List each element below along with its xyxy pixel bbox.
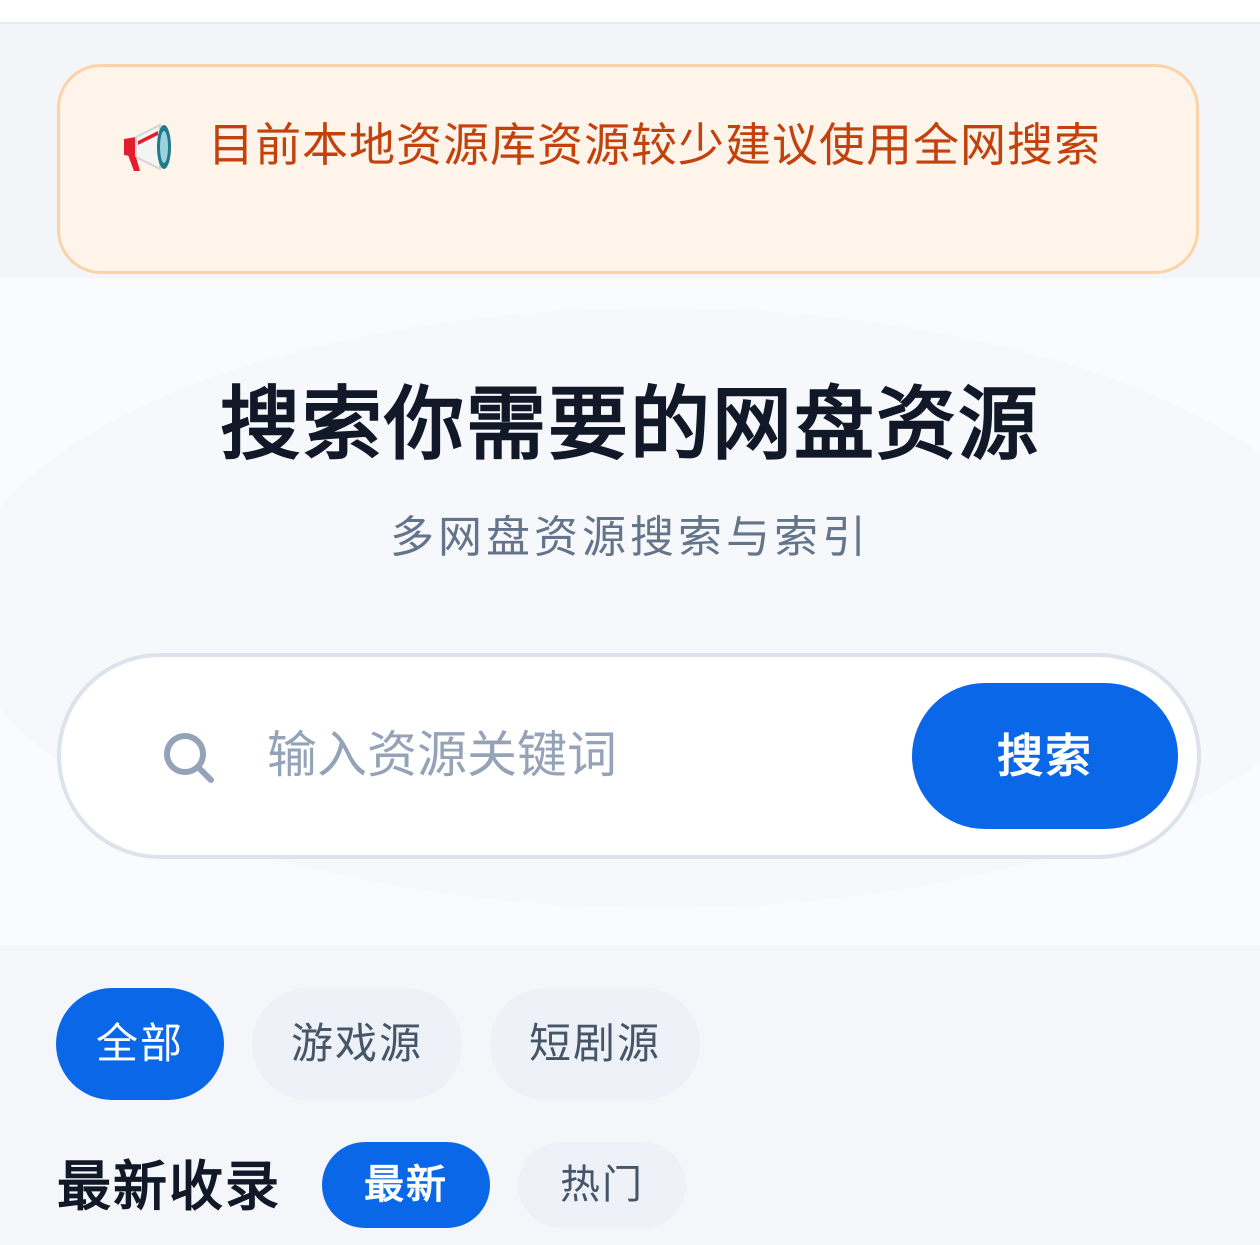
- sort-tab-latest[interactable]: 最新: [322, 1142, 490, 1228]
- top-bar: [0, 0, 1260, 24]
- page-title: 搜索你需要的网盘资源: [220, 378, 1040, 471]
- search-box[interactable]: 搜索: [57, 653, 1201, 859]
- search-icon: [161, 730, 217, 786]
- category-tab-short-drama[interactable]: 短剧源: [490, 988, 700, 1100]
- page-subtitle: 多网盘资源搜索与索引: [390, 512, 870, 563]
- section-title-latest: 最新收录: [57, 1155, 281, 1218]
- notice-banner: 目前本地资源库资源较少建议使用全网搜索: [57, 64, 1199, 274]
- category-tab-games[interactable]: 游戏源: [252, 988, 462, 1100]
- category-tab-all[interactable]: 全部: [56, 988, 224, 1100]
- notice-text: 目前本地资源库资源较少建议使用全网搜索: [208, 118, 1101, 172]
- search-input[interactable]: [267, 715, 887, 795]
- hero-section: 搜索你需要的网盘资源 多网盘资源搜索与索引 搜索: [0, 278, 1260, 945]
- megaphone-icon: [120, 119, 178, 175]
- sort-tab-hot[interactable]: 热门: [518, 1142, 686, 1228]
- search-button[interactable]: 搜索: [912, 683, 1178, 829]
